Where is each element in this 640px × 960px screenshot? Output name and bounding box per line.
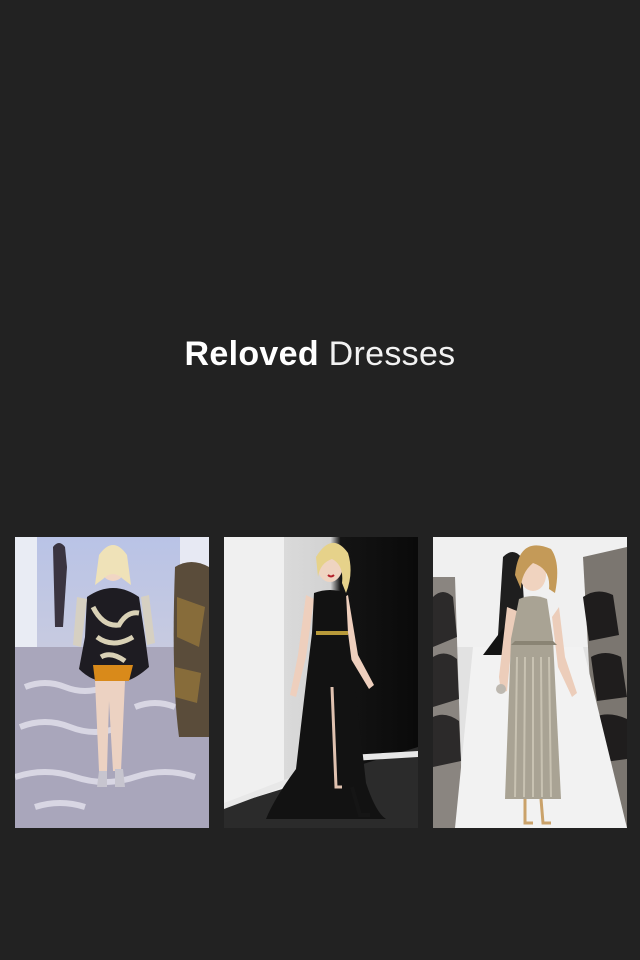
title-brand: Reloved: [184, 335, 319, 373]
runway-photo-floral-dress-icon: [15, 537, 209, 828]
dress-photo-3[interactable]: [433, 537, 627, 828]
runway-photo-silver-fringe-dress-icon: [433, 537, 627, 828]
page-title: Reloved Dresses: [0, 334, 640, 374]
dress-photo-2[interactable]: [224, 537, 418, 828]
dress-gallery: [15, 537, 627, 828]
dress-photo-1[interactable]: [15, 537, 209, 828]
splash-screen: Reloved Dresses: [0, 0, 640, 960]
runway-photo-black-gown-icon: [224, 537, 418, 828]
title-category: Dresses: [328, 335, 456, 373]
